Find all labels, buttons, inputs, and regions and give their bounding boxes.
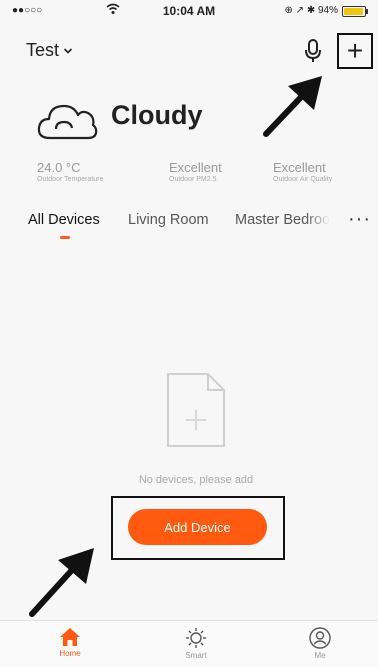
arrow-annotation-icon xyxy=(263,76,322,137)
stat-label: Outdoor Temperature xyxy=(37,176,104,183)
nav-me[interactable]: Me xyxy=(290,627,350,660)
stat-value: Excellent xyxy=(273,160,326,175)
header: Test + xyxy=(0,32,378,72)
weather-condition: Cloudy xyxy=(111,100,203,130)
arrow-annotation-icon xyxy=(29,548,94,617)
home-icon xyxy=(60,628,80,646)
stat-value: Excellent xyxy=(169,160,222,175)
bottom-nav: Home Smart Me xyxy=(0,620,378,667)
cloud-icon xyxy=(37,104,98,140)
nav-smart[interactable]: Smart xyxy=(166,627,226,660)
stat-label: Outdoor Air Quality xyxy=(273,176,333,183)
stat-label: Outdoor PM2.5 xyxy=(169,176,217,183)
add-button[interactable]: + xyxy=(337,33,373,69)
tab-all-devices[interactable]: All Devices xyxy=(28,212,100,228)
stat-value: 24.0 °C xyxy=(37,160,81,175)
empty-document-icon xyxy=(167,373,225,447)
nav-label: Smart xyxy=(185,651,207,660)
sun-icon xyxy=(186,628,206,648)
user-icon xyxy=(309,627,331,649)
battery-icon xyxy=(342,6,368,17)
home-selector[interactable]: Test xyxy=(26,40,73,61)
home-name: Test xyxy=(26,40,60,60)
nav-home[interactable]: Home xyxy=(40,627,100,658)
nav-label: Home xyxy=(59,649,81,658)
tab-active-indicator xyxy=(60,236,70,239)
tab-living-room[interactable]: Living Room xyxy=(128,212,209,228)
microphone-icon[interactable] xyxy=(302,38,324,64)
status-indicators: ⊕ ↗ ✱ 94% xyxy=(284,5,339,16)
chevron-down-icon xyxy=(63,47,73,54)
stat-pm25: Excellent Outdoor PM2.5 xyxy=(169,160,222,183)
status-bar: ●●○○○ 10:04 AM ⊕ ↗ ✱ 94% xyxy=(0,0,378,22)
plus-icon: + xyxy=(346,35,364,66)
stat-temperature: 24.0 °C Outdoor Temperature xyxy=(37,160,103,183)
weather-stats: 24.0 °C Outdoor Temperature Excellent Ou… xyxy=(0,160,378,190)
nav-label: Me xyxy=(314,651,326,660)
more-button[interactable]: ··· xyxy=(348,208,371,231)
add-device-button[interactable]: Add Device xyxy=(128,509,267,545)
empty-message: No devices, please add xyxy=(138,474,254,486)
tab-fade xyxy=(306,212,340,234)
stat-air-quality: Excellent Outdoor Air Quality xyxy=(273,160,332,183)
room-tabs: All Devices Living Room Master Bedroom ·… xyxy=(0,208,378,244)
